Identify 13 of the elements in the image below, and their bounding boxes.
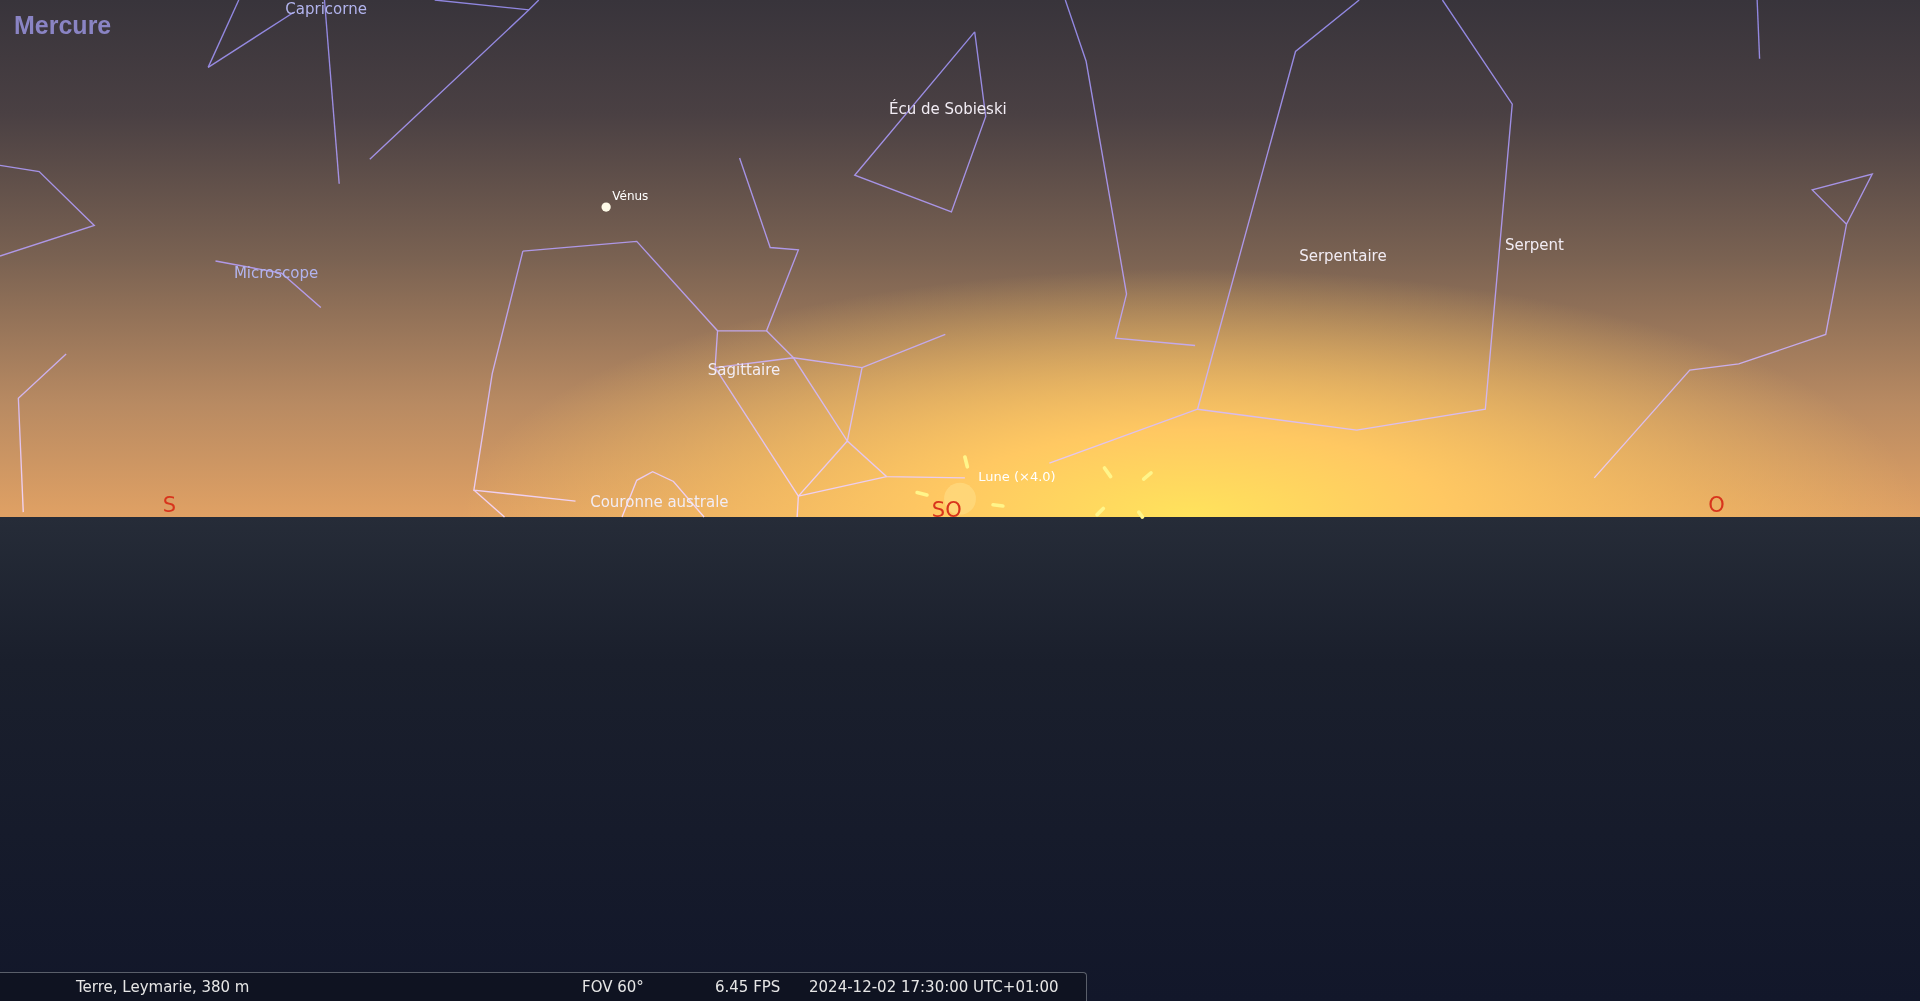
planet-label: Vénus (612, 188, 649, 204)
constellation-label: Serpent (1504, 236, 1564, 256)
object-title: Mercure (14, 13, 112, 38)
planet-dot (601, 202, 611, 212)
datetime-text: 2024-12-02 17:30:00 UTC+01:00 (809, 976, 1059, 998)
constellation-label: Serpentaire (1299, 247, 1387, 267)
cardinal-direction-label: S (162, 492, 177, 519)
cardinal-direction-label: SO (931, 497, 962, 524)
fps-text: 6.45 FPS (715, 976, 782, 998)
cardinal-direction-label: O (1708, 492, 1725, 519)
moon-label: Lune (×4.0) (978, 468, 1056, 486)
location-text: Terre, Leymarie, 380 m (76, 976, 251, 998)
fov-text: FOV 60° (582, 976, 645, 998)
